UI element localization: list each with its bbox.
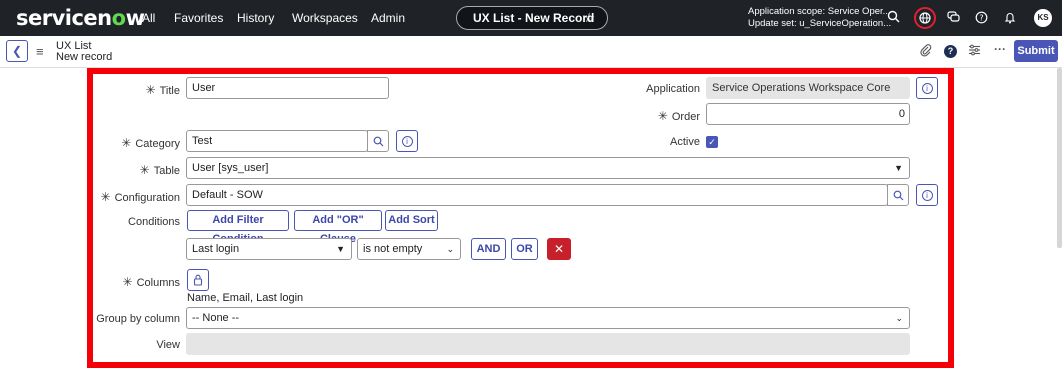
chevron-down-icon: ⌄ bbox=[446, 244, 454, 254]
page-scrollbar[interactable] bbox=[1057, 68, 1062, 248]
category-info-button[interactable]: i bbox=[396, 130, 418, 152]
group-by-select[interactable]: -- None -- ⌄ bbox=[186, 307, 910, 329]
category-input[interactable]: Test bbox=[186, 130, 368, 152]
category-label: ✳ Category bbox=[100, 136, 180, 150]
required-icon: ✳ bbox=[121, 136, 132, 150]
chevron-down-icon: ⌄ bbox=[895, 313, 903, 323]
table-label: ✳ Table bbox=[100, 163, 180, 177]
configuration-search-button[interactable] bbox=[887, 184, 909, 206]
and-button[interactable]: AND bbox=[471, 238, 506, 260]
columns-label: ✳ Columns bbox=[100, 275, 180, 289]
configuration-input[interactable]: Default - SOW bbox=[186, 184, 888, 206]
add-filter-condition-button[interactable]: Add Filter Condition bbox=[187, 210, 289, 245]
check-icon: ✓ bbox=[708, 137, 716, 147]
application-info-button[interactable]: i bbox=[916, 77, 938, 99]
application-label: Application bbox=[646, 83, 700, 95]
application-field: Service Operations Workspace Core bbox=[706, 77, 910, 99]
record-header: ❮ ≡ UX List New record ? ··· Submit bbox=[0, 36, 1062, 68]
chat-icon[interactable] bbox=[947, 11, 960, 26]
columns-label-text: Columns bbox=[136, 277, 180, 289]
or-button[interactable]: OR bbox=[511, 238, 538, 260]
submit-button[interactable]: Submit bbox=[1014, 40, 1058, 62]
help-icon[interactable]: ? bbox=[944, 45, 957, 58]
order-label-text: Order bbox=[671, 111, 700, 123]
application-scope-text: Application scope: Service Oper... bbox=[748, 6, 891, 17]
view-field bbox=[186, 333, 910, 355]
title-input[interactable]: User bbox=[186, 77, 389, 99]
servicenow-logo[interactable]: servicenow bbox=[16, 6, 145, 30]
required-icon: ✳ bbox=[100, 190, 111, 204]
conditions-label: Conditions bbox=[128, 216, 180, 228]
search-icon bbox=[373, 136, 383, 147]
search-icon[interactable] bbox=[887, 10, 900, 26]
columns-value: Name, Email, Last login bbox=[187, 292, 304, 304]
attachment-icon[interactable] bbox=[920, 44, 932, 60]
active-checkbox[interactable]: ✓ bbox=[706, 136, 718, 148]
condition-field-select[interactable]: Last login ▼ bbox=[186, 238, 352, 260]
back-icon: ❮ bbox=[11, 44, 23, 58]
application-scope-info[interactable]: Application scope: Service Oper... Updat… bbox=[748, 6, 891, 30]
title-label-text: Title bbox=[159, 85, 180, 97]
active-label: Active bbox=[670, 136, 700, 148]
category-label-text: Category bbox=[135, 138, 180, 150]
required-icon: ✳ bbox=[657, 109, 668, 123]
table-select-value: User [sys_user] bbox=[192, 162, 269, 174]
search-icon bbox=[893, 190, 903, 201]
nav-favorites[interactable]: Favorites bbox=[174, 11, 223, 25]
delete-condition-button[interactable]: ✕ bbox=[547, 238, 571, 260]
view-label: View bbox=[156, 339, 180, 351]
record-title: UX List - New Record bbox=[473, 11, 595, 25]
brand-text-prefix: servicen bbox=[16, 6, 112, 30]
configuration-info-button[interactable]: i bbox=[916, 184, 938, 206]
condition-field-value: Last login bbox=[192, 243, 240, 255]
record-state: New record bbox=[56, 51, 113, 63]
configuration-label-text: Configuration bbox=[114, 192, 180, 204]
required-icon: ✳ bbox=[145, 83, 156, 97]
category-search-button[interactable] bbox=[367, 130, 389, 152]
svg-text:?: ? bbox=[979, 14, 983, 23]
update-set-text: Update set: u_ServiceOperation... bbox=[748, 18, 892, 29]
nav-all[interactable]: All bbox=[142, 11, 155, 25]
nav-admin[interactable]: Admin bbox=[371, 11, 405, 25]
user-avatar[interactable]: KS bbox=[1034, 9, 1052, 27]
close-icon: ✕ bbox=[553, 242, 565, 256]
info-icon: i bbox=[401, 135, 413, 147]
settings-icon[interactable] bbox=[968, 44, 981, 59]
configuration-label: ✳ Configuration bbox=[90, 190, 181, 204]
info-icon: i bbox=[921, 82, 933, 94]
brand-text-o: o bbox=[111, 6, 126, 30]
condition-operator-value: is not empty bbox=[363, 243, 423, 255]
top-navigation-bar: servicenow All Favorites History Workspa… bbox=[0, 0, 1062, 36]
table-select[interactable]: User [sys_user] ▼ bbox=[186, 157, 910, 179]
chevron-down-icon: ▼ bbox=[894, 163, 903, 173]
bell-icon[interactable] bbox=[1004, 11, 1016, 27]
globe-icon[interactable] bbox=[914, 7, 936, 29]
add-or-clause-button[interactable]: Add "OR" Clause bbox=[294, 210, 382, 245]
help-icon[interactable]: ? bbox=[975, 11, 988, 27]
order-input[interactable]: 0 bbox=[706, 103, 910, 125]
columns-unlock-button[interactable] bbox=[187, 269, 209, 291]
back-button[interactable]: ❮ bbox=[6, 40, 28, 62]
lock-icon bbox=[193, 274, 203, 286]
add-sort-button[interactable]: Add Sort bbox=[385, 210, 438, 231]
group-by-value: -- None -- bbox=[192, 312, 240, 324]
condition-operator-select[interactable]: is not empty ⌄ bbox=[357, 238, 461, 260]
title-label: ✳ Title bbox=[100, 83, 180, 97]
chevron-down-icon: ▼ bbox=[336, 244, 345, 254]
group-by-label: Group by column bbox=[96, 313, 180, 325]
required-icon: ✳ bbox=[139, 163, 150, 177]
favorite-star-icon[interactable]: ☆ bbox=[583, 7, 595, 29]
table-label-text: Table bbox=[153, 165, 180, 177]
order-label: ✳ Order bbox=[600, 109, 700, 123]
required-icon: ✳ bbox=[122, 275, 133, 289]
nav-workspaces[interactable]: Workspaces bbox=[292, 11, 358, 25]
record-title-pill[interactable]: UX List - New Record ☆ bbox=[456, 6, 608, 30]
nav-history[interactable]: History bbox=[237, 11, 274, 25]
more-icon[interactable]: ··· bbox=[994, 42, 1006, 56]
info-icon: i bbox=[921, 189, 933, 201]
menu-icon[interactable]: ≡ bbox=[36, 44, 44, 59]
